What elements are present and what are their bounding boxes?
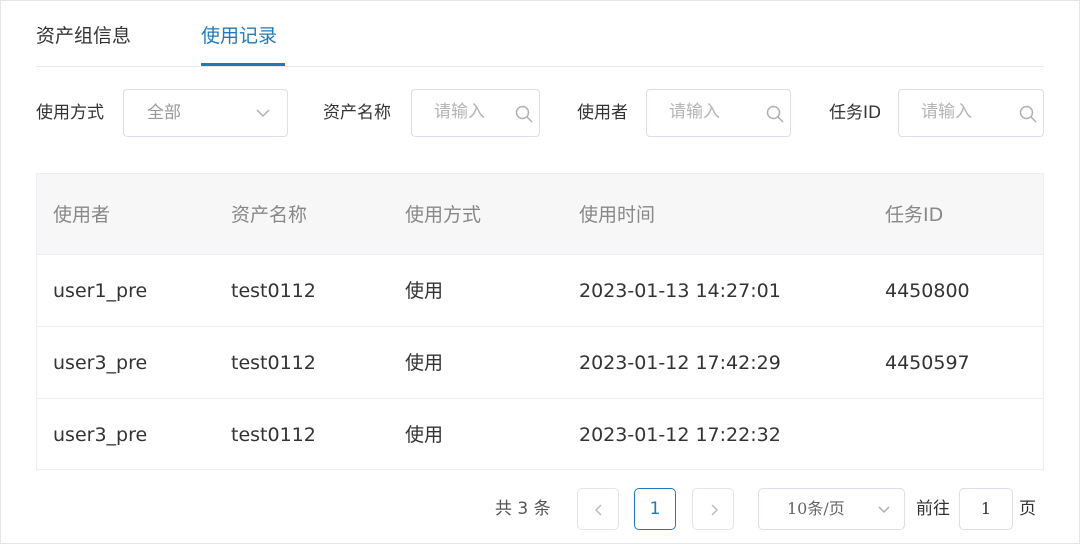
cell-user: user3_pre — [53, 352, 148, 374]
user-input[interactable] — [669, 102, 749, 122]
cell-asset-name: test0112 — [231, 424, 316, 446]
usage-records-table: 使用者 资产名称 使用方式 使用时间 任务ID user1_pre test01… — [36, 173, 1044, 470]
cell-user: user3_pre — [53, 424, 148, 446]
asset-name-search — [411, 89, 540, 137]
next-page-button[interactable] — [692, 488, 734, 530]
total-count: 共 3 条 — [495, 499, 551, 519]
goto-page-box — [959, 488, 1013, 530]
tab-asset-group-info[interactable]: 资产组信息 — [36, 23, 131, 49]
panel: 资产组信息 使用记录 使用方式 全部 资产名称 使用者 任务ID — [0, 0, 1080, 544]
asset-name-label: 资产名称 — [323, 103, 391, 123]
search-icon[interactable] — [1018, 104, 1038, 124]
page-size-select[interactable]: 10条/页 — [758, 488, 905, 530]
chevron-down-icon — [256, 109, 270, 118]
active-tab-indicator — [201, 63, 285, 66]
column-header-usage-time: 使用时间 — [579, 204, 656, 226]
task-id-search — [898, 89, 1044, 137]
user-search — [646, 89, 791, 137]
cell-usage-time: 2023-01-12 17:22:32 — [579, 424, 781, 446]
column-header-task-id: 任务ID — [885, 204, 944, 226]
chevron-down-icon — [878, 506, 890, 514]
cell-task-id: 4450597 — [885, 352, 970, 374]
cell-task-id: 4450800 — [885, 280, 970, 302]
search-icon[interactable] — [514, 104, 534, 124]
usage-type-select[interactable]: 全部 — [123, 89, 288, 137]
cell-user: user1_pre — [53, 280, 148, 302]
goto-label: 前往 — [916, 499, 950, 519]
column-header-asset-name: 资产名称 — [231, 204, 308, 226]
cell-usage-type: 使用 — [405, 280, 444, 302]
user-label: 使用者 — [577, 103, 628, 123]
task-id-input[interactable] — [921, 102, 1001, 122]
column-header-user: 使用者 — [53, 204, 111, 226]
task-id-label: 任务ID — [829, 103, 882, 123]
column-header-usage-type: 使用方式 — [405, 204, 482, 226]
goto-page-input[interactable] — [960, 499, 1012, 518]
usage-type-value: 全部 — [147, 103, 181, 123]
table-row: user1_pre test0112 使用 2023-01-13 14:27:0… — [37, 255, 1043, 327]
table-header: 使用者 资产名称 使用方式 使用时间 任务ID — [37, 174, 1043, 255]
cell-asset-name: test0112 — [231, 280, 316, 302]
cell-usage-type: 使用 — [405, 424, 444, 446]
cell-asset-name: test0112 — [231, 352, 316, 374]
cell-usage-type: 使用 — [405, 352, 444, 374]
tab-usage-records[interactable]: 使用记录 — [201, 23, 277, 49]
page-size-value: 10条/页 — [787, 499, 845, 518]
tab-bar: 资产组信息 使用记录 — [36, 1, 1044, 67]
page-number-current[interactable]: 1 — [634, 488, 676, 530]
usage-type-label: 使用方式 — [36, 103, 104, 123]
chevron-left-icon — [594, 504, 602, 516]
asset-name-input[interactable] — [434, 102, 514, 122]
page-suffix-label: 页 — [1019, 499, 1036, 519]
prev-page-button[interactable] — [577, 488, 619, 530]
cell-usage-time: 2023-01-12 17:42:29 — [579, 352, 781, 374]
cell-usage-time: 2023-01-13 14:27:01 — [579, 280, 781, 302]
chevron-right-icon — [711, 504, 719, 516]
search-icon[interactable] — [765, 104, 785, 124]
table-row: user3_pre test0112 使用 2023-01-12 17:42:2… — [37, 327, 1043, 399]
table-row: user3_pre test0112 使用 2023-01-12 17:22:3… — [37, 399, 1043, 470]
